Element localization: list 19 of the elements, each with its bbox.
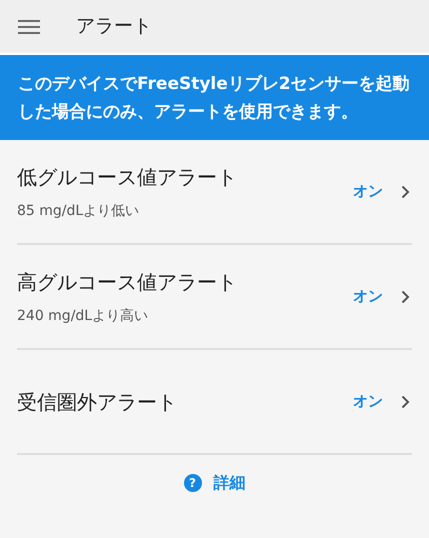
help-icon: ? (184, 474, 202, 492)
alert-status: オン (353, 391, 383, 412)
alert-title: 低グルコース値アラート (17, 164, 238, 190)
alert-setting-row[interactable]: 低グルコース値アラート 85 mg/dLより低い オン (17, 140, 412, 245)
alert-setting-row[interactable]: 高グルコース値アラート 240 mg/dLより高い オン (17, 245, 412, 350)
alert-title: 受信圏外アラート (17, 388, 178, 416)
menu-icon[interactable] (18, 18, 40, 34)
alert-threshold: 240 mg/dLより高い (17, 306, 150, 326)
info-banner: このデバイスでFreeStyleリブレ2センサーを起動した場合にのみ、アラートを使用できます。 (0, 55, 429, 140)
chevron-right-icon (401, 394, 410, 408)
alert-status: オン (353, 286, 383, 308)
alert-setting-row[interactable]: 受信圏外アラート オン (17, 350, 412, 455)
chevron-right-icon (401, 290, 410, 304)
chevron-right-icon (401, 184, 410, 198)
alert-title: 高グルコース値アラート (17, 268, 238, 296)
alert-threshold: 85 mg/dLより低い (17, 202, 140, 220)
screen-title: アラート (76, 14, 152, 40)
alert-status: オン (353, 181, 383, 202)
details-link[interactable]: ? 詳細 (184, 471, 246, 495)
